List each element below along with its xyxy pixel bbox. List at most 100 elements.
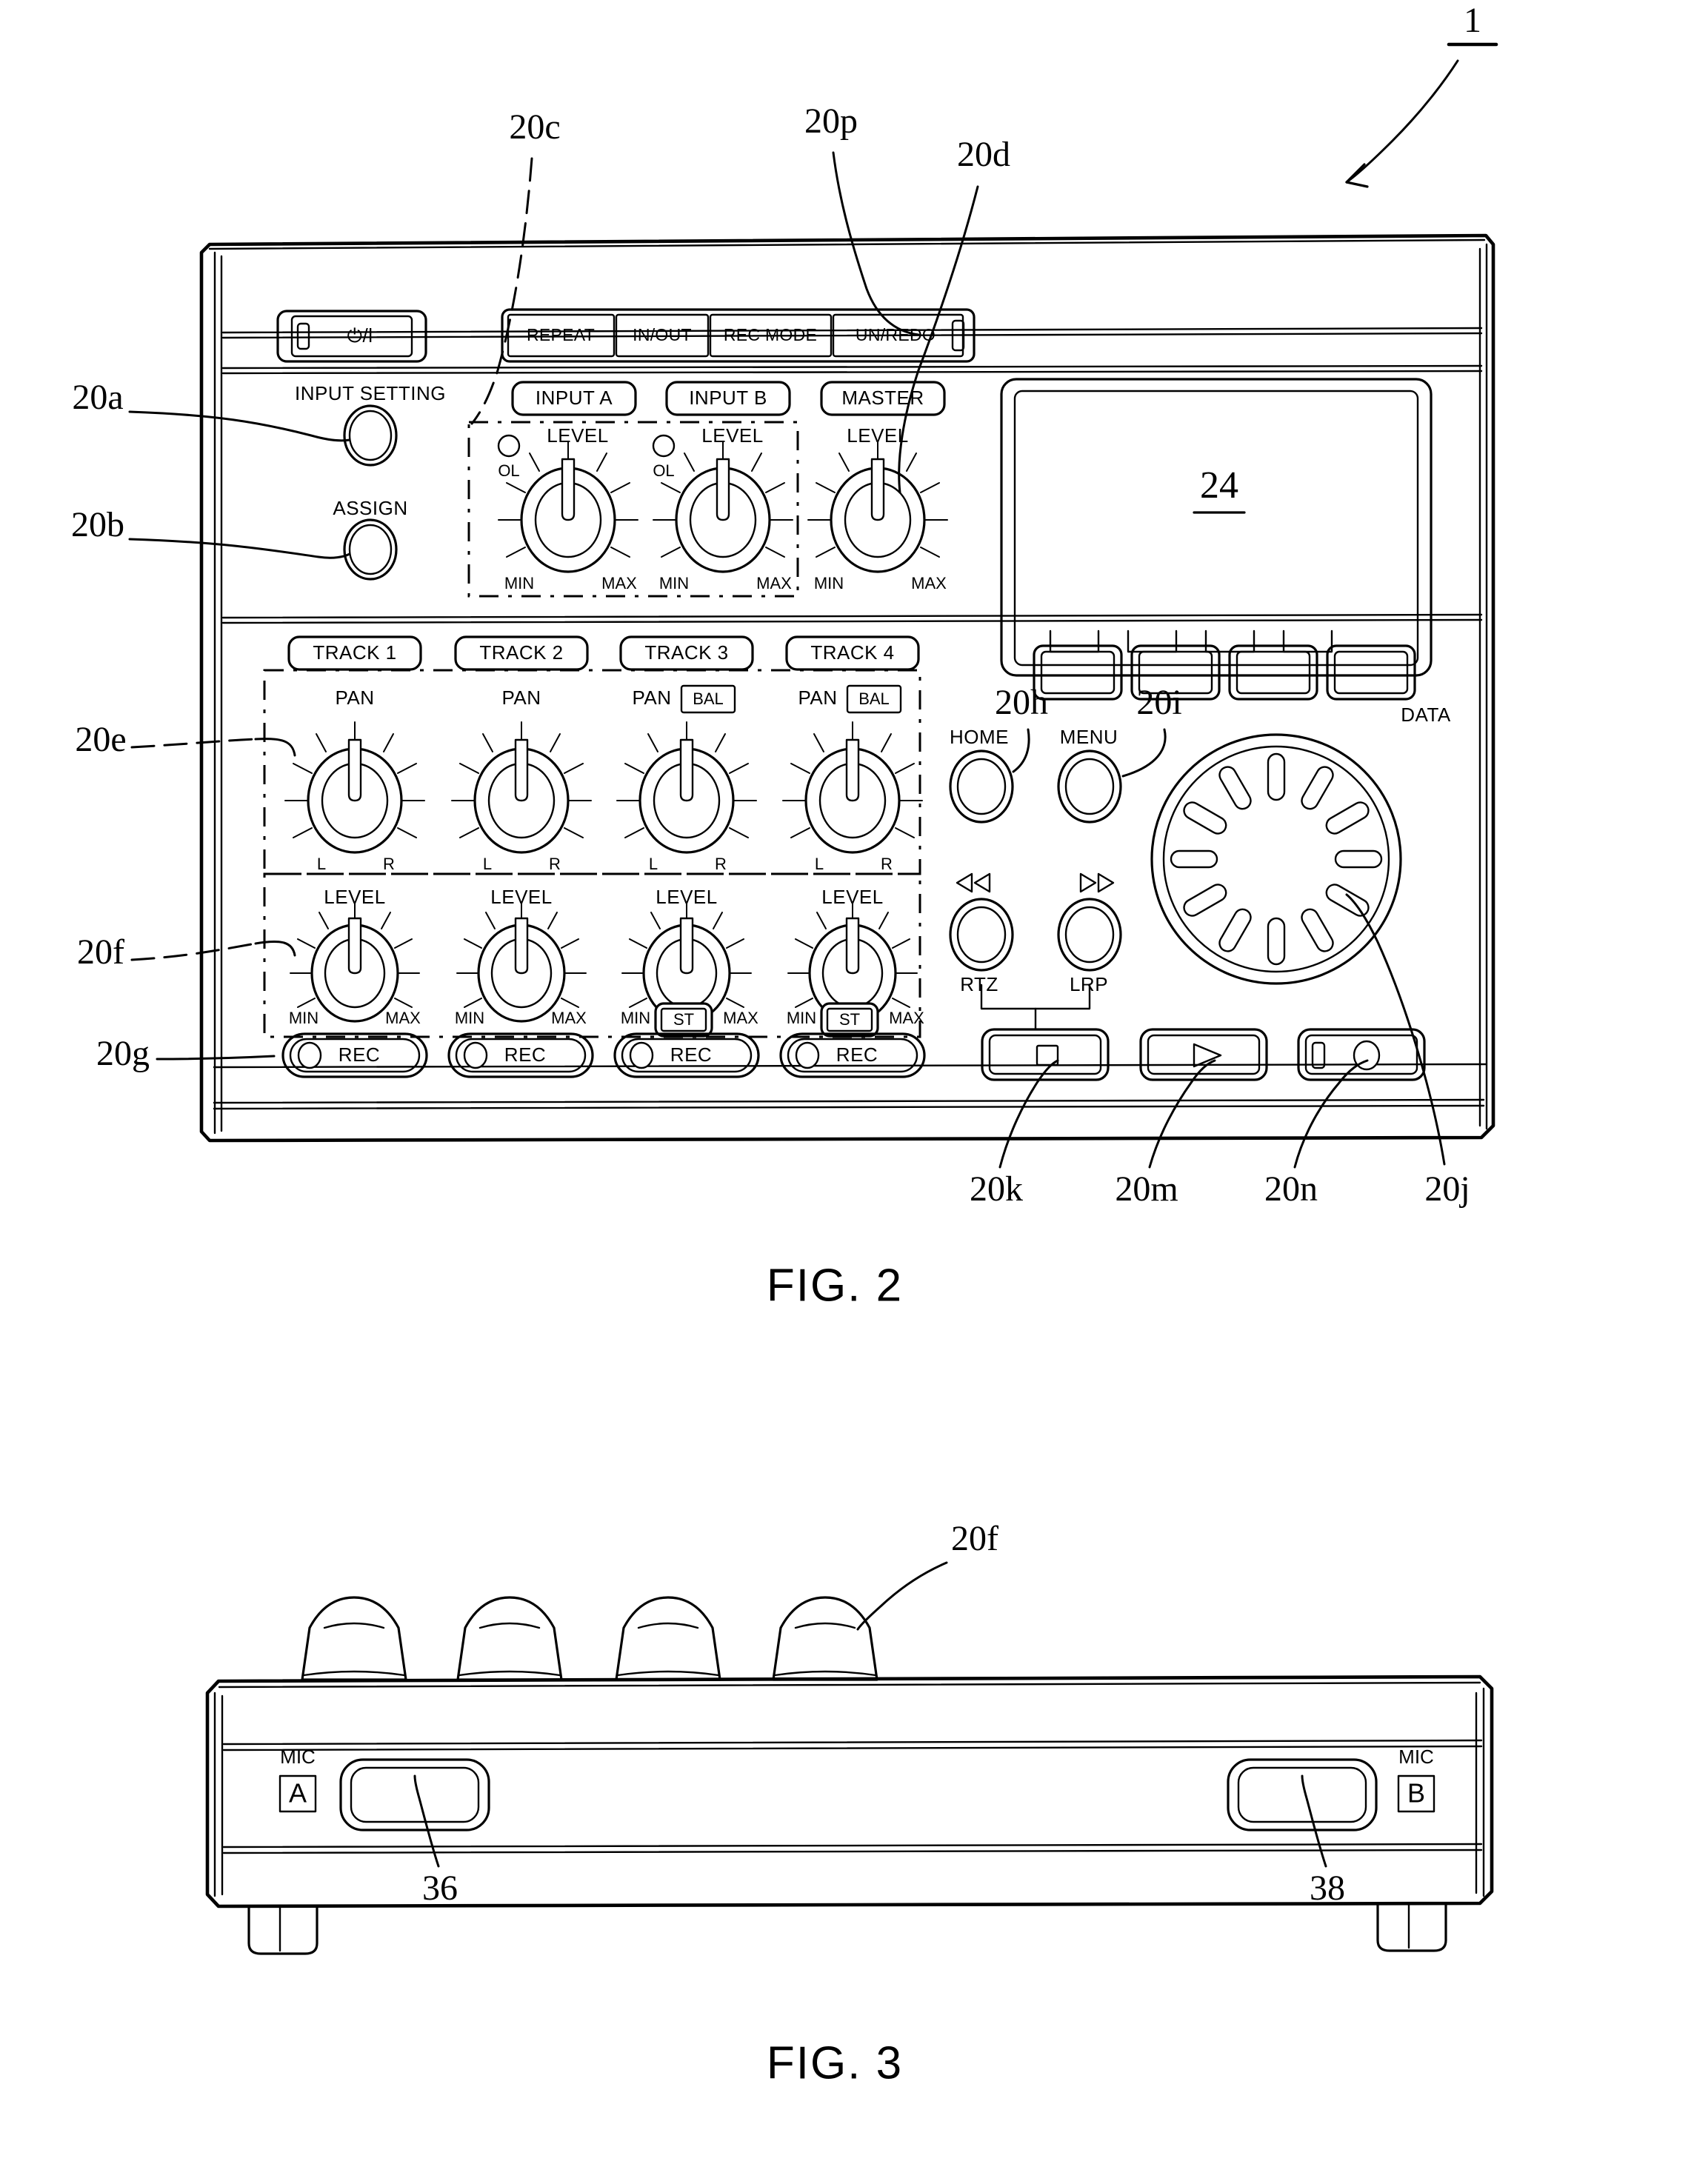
track3-st-label: ST (673, 1010, 694, 1029)
mic-a-label: MIC (280, 1746, 316, 1768)
track4-right-label: R (881, 855, 893, 873)
assign-button[interactable] (343, 518, 398, 581)
mic-b-label: MIC (1398, 1746, 1434, 1768)
track1-right-label: R (383, 855, 395, 873)
track4-st-label: ST (839, 1010, 860, 1029)
input-a-badge-label: INPUT A (536, 387, 613, 409)
input-b-badge-label: INPUT B (689, 387, 767, 409)
record-button[interactable] (1297, 1028, 1426, 1081)
rewind-icon (956, 872, 991, 893)
ol-lamp-b (652, 434, 676, 458)
repeat-button-label: REPEAT (527, 325, 595, 344)
ref-20h: 20h (995, 683, 1048, 722)
ref-20a: 20a (72, 378, 123, 417)
home-button[interactable] (949, 749, 1014, 824)
lrp-button-label: LRP (1070, 973, 1108, 995)
level-knob-track1[interactable] (290, 901, 420, 1023)
pan-knob-track1[interactable] (284, 721, 425, 854)
master-level-label: LEVEL (847, 424, 908, 447)
mic-a-socket[interactable] (339, 1758, 490, 1831)
input-a-level-label: LEVEL (547, 424, 608, 447)
data-wheel-label: DATA (1401, 704, 1451, 726)
track1-max-label: MAX (385, 1009, 421, 1027)
track3-rec-label: REC (670, 1043, 712, 1066)
track1-badge-label: TRACK 1 (313, 641, 396, 664)
input-b-level-label: LEVEL (701, 424, 763, 447)
device-ref-label: 1 (1464, 1, 1481, 40)
track2-level-label: LEVEL (490, 886, 552, 908)
track2-rec-label: REC (504, 1043, 546, 1066)
rtz-button[interactable] (949, 898, 1014, 972)
lrp-button[interactable] (1057, 898, 1122, 972)
input-a-max-label: MAX (601, 574, 637, 592)
ref-20g: 20g (96, 1034, 150, 1073)
rtz-button-label: RTZ (960, 973, 998, 995)
track1-level-label: LEVEL (324, 886, 385, 908)
track3-level-label: LEVEL (656, 886, 717, 908)
data-jog-wheel[interactable] (1150, 733, 1402, 985)
mic-b-socket[interactable] (1227, 1758, 1378, 1831)
track1-min-label: MIN (289, 1009, 319, 1027)
track3-left-label: L (649, 855, 658, 873)
figure-canvas: 1 20c 20p 20d 20a 20b 20e 20f 20g 20h 20… (71, 1, 1498, 2088)
menu-button-label: MENU (1060, 726, 1118, 748)
ol-label-a: OL (498, 461, 519, 480)
play-button[interactable] (1139, 1028, 1268, 1081)
fig3-ref-38: 38 (1310, 1869, 1345, 1908)
assign-label: ASSIGN (333, 497, 407, 519)
lcd-display (1000, 378, 1433, 677)
track4-min-label: MIN (787, 1009, 816, 1027)
inout-button-label: IN/OUT (633, 325, 692, 344)
fig3-caption: FIG. 3 (767, 2037, 903, 2088)
recmode-button-label: REC MODE (724, 325, 817, 344)
track2-max-label: MAX (551, 1009, 587, 1027)
ref-20e: 20e (75, 720, 126, 759)
ol-lamp-a (497, 434, 521, 458)
track4-bal-label: BAL (858, 689, 890, 708)
unredo-button-label: UN/REDO (856, 325, 936, 344)
ol-label-b: OL (653, 461, 674, 480)
input-setting-label: INPUT SETTING (295, 382, 446, 404)
fig3-knob-caps (301, 1596, 878, 1681)
track4-left-label: L (815, 855, 824, 873)
ref-20b: 20b (71, 505, 124, 544)
ref-20i: 20i (1136, 683, 1181, 722)
mic-a-channel: A (289, 1778, 307, 1809)
master-knob-group[interactable] (807, 441, 948, 573)
input-b-min-label: MIN (659, 574, 689, 592)
mic-b-channel: B (1407, 1778, 1425, 1809)
track4-max-label: MAX (889, 1009, 924, 1027)
track2-badge-label: TRACK 2 (479, 641, 563, 664)
input-setting-button[interactable] (343, 404, 398, 467)
pan-knob-track4[interactable] (782, 721, 923, 854)
menu-button[interactable] (1057, 749, 1122, 824)
fig2-device-body (128, 42, 1498, 1169)
ref-20c: 20c (509, 107, 560, 147)
track2-right-label: R (549, 855, 561, 873)
track3-min-label: MIN (621, 1009, 650, 1027)
ref-20k: 20k (970, 1169, 1023, 1209)
track3-right-label: R (715, 855, 727, 873)
home-button-label: HOME (950, 726, 1009, 748)
master-max-label: MAX (911, 574, 947, 592)
track3-max-label: MAX (723, 1009, 758, 1027)
fig3-ref-20f: 20f (951, 1519, 998, 1558)
track4-level-label: LEVEL (821, 886, 883, 908)
pan-knob-track2[interactable] (451, 721, 592, 854)
track2-pan-label: PAN (501, 687, 541, 709)
track3-bal-label: BAL (693, 689, 724, 708)
ref-20p: 20p (804, 101, 858, 141)
fastforward-icon (1079, 872, 1115, 893)
level-knob-track2[interactable] (456, 901, 587, 1023)
track3-pan-label: PAN (632, 687, 671, 709)
track1-left-label: L (317, 855, 326, 873)
pan-knob-track3[interactable] (616, 721, 757, 854)
input-a-min-label: MIN (504, 574, 534, 592)
fig3-ref-36: 36 (422, 1869, 458, 1908)
track1-pan-label: PAN (335, 687, 374, 709)
ref-20j: 20j (1424, 1169, 1470, 1209)
fig2-caption: FIG. 2 (767, 1260, 903, 1311)
master-badge-label: MASTER (841, 387, 924, 409)
fig3-device-body (205, 1561, 1494, 1955)
ref-20d: 20d (957, 135, 1010, 174)
